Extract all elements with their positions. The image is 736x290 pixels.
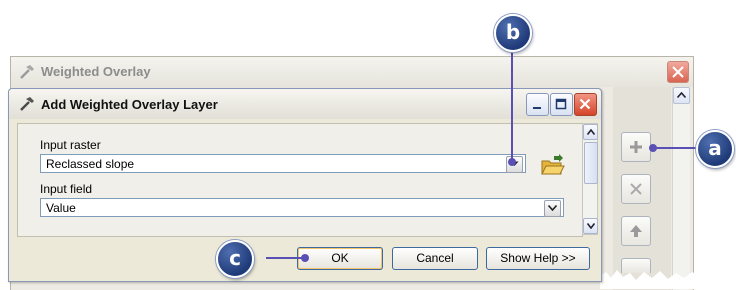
input-field-select[interactable]: Value [40, 198, 564, 217]
input-raster-value: Reclassed slope [46, 157, 135, 171]
input-raster-field[interactable]: Reclassed slope [40, 154, 526, 173]
arrow-up-icon [630, 225, 642, 237]
chevron-down-icon [548, 205, 557, 211]
callout-b-dot [508, 158, 516, 166]
dialog-close-button[interactable] [574, 93, 597, 116]
callout-a-leader [652, 147, 698, 149]
plus-icon [630, 141, 642, 153]
chevron-down-icon [587, 223, 595, 229]
chevron-up-icon [587, 129, 595, 135]
dialog-title: Add Weighted Overlay Layer [41, 97, 218, 112]
chevron-up-icon [677, 92, 686, 98]
maximize-button[interactable] [550, 93, 573, 116]
callout-a-dot [649, 144, 657, 152]
input-field-value: Value [46, 201, 76, 215]
move-up-button[interactable] [621, 216, 651, 246]
scroll-up-button[interactable] [673, 87, 690, 104]
hammer-icon [20, 97, 34, 111]
browse-raster-button[interactable] [539, 153, 565, 179]
ok-button[interactable]: OK [297, 247, 383, 270]
input-field-dropdown-button[interactable] [544, 200, 561, 217]
callout-c: c [216, 240, 254, 278]
callout-c-dot [301, 254, 309, 262]
form-scrollbar[interactable] [582, 123, 598, 235]
weighted-overlay-titlebar: Weighted Overlay [11, 57, 693, 87]
hammer-icon [20, 65, 34, 79]
callout-a: a [696, 130, 734, 168]
cancel-button[interactable]: Cancel [392, 247, 478, 270]
form-scroll-up-button[interactable] [583, 124, 598, 140]
show-help-button[interactable]: Show Help >> [486, 247, 590, 270]
x-icon [630, 183, 642, 195]
maximize-icon [555, 98, 567, 110]
add-layer-button[interactable] [621, 132, 651, 162]
callout-c-leader [266, 257, 306, 259]
weighted-overlay-title: Weighted Overlay [41, 64, 151, 79]
torn-edge [600, 270, 700, 289]
input-field-label: Input field [40, 182, 93, 196]
weighted-overlay-close-button[interactable] [667, 61, 689, 83]
minimize-button[interactable] [526, 93, 549, 116]
form-scroll-down-button[interactable] [583, 218, 598, 234]
callout-b-leader [511, 46, 513, 162]
form-scroll-thumb[interactable] [584, 142, 598, 184]
minimize-icon [533, 107, 541, 109]
close-icon [672, 66, 684, 78]
open-folder-icon [541, 154, 565, 175]
input-raster-label: Input raster [40, 138, 101, 152]
callout-b: b [494, 14, 532, 52]
close-icon [579, 98, 591, 110]
dialog-form-area: Input raster Reclassed slope Input field… [17, 123, 583, 237]
remove-layer-button[interactable] [621, 174, 651, 204]
